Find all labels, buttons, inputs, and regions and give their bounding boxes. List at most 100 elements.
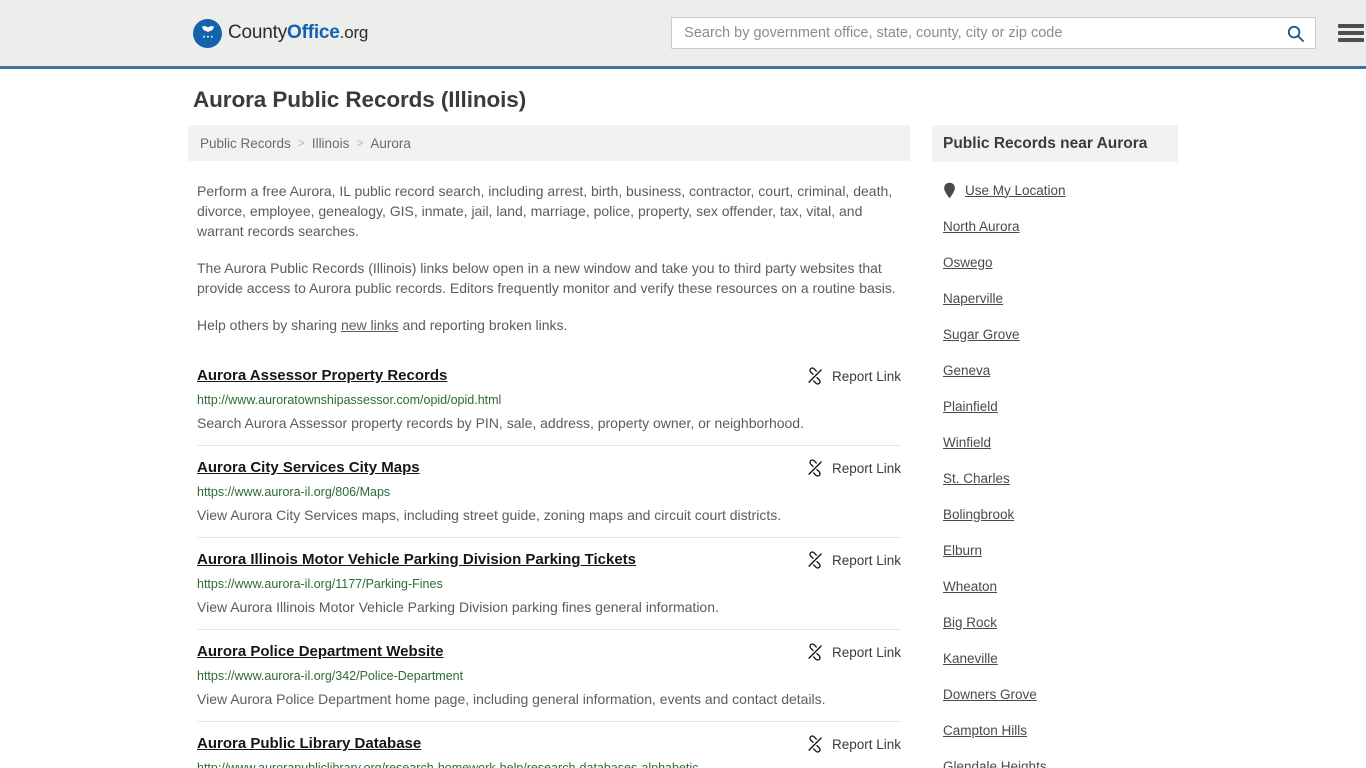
sidebar-nearby-item[interactable]: Winfield bbox=[943, 424, 1167, 460]
sidebar-link-geneva[interactable]: Geneva bbox=[943, 363, 990, 378]
page-body: Aurora Public Records (Illinois) Public … bbox=[0, 69, 1366, 768]
sidebar-nearby-item[interactable]: Wheaton bbox=[943, 568, 1167, 604]
sidebar-link-downers-grove[interactable]: Downers Grove bbox=[943, 687, 1037, 702]
intro-p3-after: and reporting broken links. bbox=[398, 317, 568, 333]
intro-paragraph-1: Perform a free Aurora, IL public record … bbox=[197, 183, 893, 239]
sidebar-nearby-item[interactable]: Glendale Heights bbox=[943, 748, 1167, 768]
search-bar[interactable] bbox=[671, 17, 1317, 49]
sidebar-nearby-item[interactable]: Big Rock bbox=[943, 604, 1167, 640]
report-link-label: Report Link bbox=[831, 460, 901, 476]
sidebar-link-campton-hills[interactable]: Campton Hills bbox=[943, 723, 1027, 738]
record-title-link[interactable]: Aurora Assessor Property Records bbox=[197, 366, 447, 386]
record-list: Aurora Assessor Property Records Report … bbox=[188, 356, 910, 768]
report-link-label: Report Link bbox=[831, 368, 901, 384]
report-link-button[interactable]: Report Link bbox=[806, 643, 901, 661]
sidebar-nearby-item[interactable]: Geneva bbox=[943, 352, 1167, 388]
broken-link-icon bbox=[808, 551, 822, 569]
breadcrumb-separator: > bbox=[356, 136, 364, 150]
record-url[interactable]: https://www.aurora-il.org/806/Maps bbox=[197, 484, 901, 500]
hamburger-menu-icon[interactable] bbox=[1338, 22, 1365, 44]
intro-paragraph-2: The Aurora Public Records (Illinois) lin… bbox=[197, 260, 896, 296]
page-title: Aurora Public Records (Illinois) bbox=[193, 87, 527, 112]
sidebar-link-kaneville[interactable]: Kaneville bbox=[943, 651, 998, 666]
broken-link-icon bbox=[808, 643, 822, 661]
sidebar-nearby-item[interactable]: Oswego bbox=[943, 244, 1167, 280]
site-logo-text: CountyOffice.org bbox=[228, 22, 368, 44]
breadcrumb-item-public-records[interactable]: Public Records bbox=[200, 136, 291, 151]
sidebar-link-naperville[interactable]: Naperville bbox=[943, 291, 1003, 306]
sidebar-link-big-rock[interactable]: Big Rock bbox=[943, 615, 997, 630]
record-title-link[interactable]: Aurora Police Department Website bbox=[197, 642, 443, 662]
broken-link-icon bbox=[808, 735, 822, 753]
hamburger-bar bbox=[1338, 31, 1365, 35]
sidebar-link-north-aurora[interactable]: North Aurora bbox=[943, 219, 1020, 234]
record-description: View Aurora Illinois Motor Vehicle Parki… bbox=[197, 599, 719, 615]
record-item: Aurora Illinois Motor Vehicle Parking Di… bbox=[197, 537, 901, 629]
main-content: Public Records > Illinois > Aurora Perfo… bbox=[188, 125, 910, 768]
search-button[interactable] bbox=[1275, 18, 1315, 48]
sidebar-heading: Public Records near Aurora bbox=[932, 125, 1178, 162]
use-my-location-link[interactable]: Use My Location bbox=[965, 183, 1066, 198]
record-description: View Aurora City Services maps, includin… bbox=[197, 507, 782, 523]
record-title-link[interactable]: Aurora Public Library Database bbox=[197, 734, 421, 754]
sidebar-link-bolingbrook[interactable]: Bolingbrook bbox=[943, 507, 1014, 522]
sidebar-nearby-item[interactable]: North Aurora bbox=[943, 208, 1167, 244]
record-title-link[interactable]: Aurora City Services City Maps bbox=[197, 458, 420, 478]
logo-text-org: .org bbox=[339, 23, 369, 42]
search-icon bbox=[1287, 25, 1304, 42]
intro-p3-before: Help others by sharing bbox=[197, 317, 341, 333]
broken-link-icon bbox=[808, 459, 822, 477]
record-url[interactable]: http://www.aurorapubliclibrary.org/resea… bbox=[197, 760, 901, 768]
breadcrumb-separator: > bbox=[297, 136, 305, 150]
broken-link-icon bbox=[808, 367, 822, 385]
sidebar-nearby-item[interactable]: Downers Grove bbox=[943, 676, 1167, 712]
report-link-button[interactable]: Report Link bbox=[806, 459, 901, 477]
sidebar-nearby-item[interactable]: Elburn bbox=[943, 532, 1167, 568]
record-title-link[interactable]: Aurora Illinois Motor Vehicle Parking Di… bbox=[197, 550, 636, 570]
report-link-button[interactable]: Report Link bbox=[806, 551, 901, 569]
record-item: Aurora Assessor Property Records Report … bbox=[197, 356, 901, 445]
map-pin-icon bbox=[943, 182, 956, 199]
record-url[interactable]: https://www.aurora-il.org/1177/Parking-F… bbox=[197, 576, 901, 592]
hamburger-bar bbox=[1338, 38, 1365, 42]
logo-text-county: County bbox=[228, 22, 288, 43]
record-item: Aurora Public Library Database Report Li… bbox=[197, 721, 901, 768]
sidebar-nearby-item[interactable]: Bolingbrook bbox=[943, 496, 1167, 532]
sidebar-nearby-item[interactable]: Campton Hills bbox=[943, 712, 1167, 748]
sidebar-link-elburn[interactable]: Elburn bbox=[943, 543, 982, 558]
search-input[interactable] bbox=[672, 18, 1276, 48]
sidebar-nearby-item[interactable]: Plainfield bbox=[943, 388, 1167, 424]
record-item: Aurora City Services City Maps Report Li… bbox=[197, 445, 901, 537]
breadcrumb-item-illinois[interactable]: Illinois bbox=[312, 136, 350, 151]
sidebar-link-st-charles[interactable]: St. Charles bbox=[943, 471, 1010, 486]
sidebar-nearby-list: Use My Location North Aurora Oswego Nape… bbox=[932, 172, 1178, 768]
sidebar: Public Records near Aurora Use My Locati… bbox=[932, 125, 1178, 768]
site-logo[interactable]: CountyOffice.org bbox=[193, 18, 368, 48]
report-link-label: Report Link bbox=[831, 644, 901, 660]
sidebar-link-sugar-grove[interactable]: Sugar Grove bbox=[943, 327, 1020, 342]
use-my-location-item[interactable]: Use My Location bbox=[943, 172, 1167, 208]
sidebar-nearby-item[interactable]: St. Charles bbox=[943, 460, 1167, 496]
record-url[interactable]: https://www.aurora-il.org/342/Police-Dep… bbox=[197, 668, 901, 684]
sidebar-nearby-item[interactable]: Sugar Grove bbox=[943, 316, 1167, 352]
sidebar-link-oswego[interactable]: Oswego bbox=[943, 255, 993, 270]
eagle-seal-icon bbox=[193, 18, 222, 48]
sidebar-link-plainfield[interactable]: Plainfield bbox=[943, 399, 998, 414]
breadcrumb: Public Records > Illinois > Aurora bbox=[188, 125, 910, 161]
record-url[interactable]: http://www.auroratownshipassessor.com/op… bbox=[197, 392, 901, 408]
intro-paragraph-3: Help others by sharing new links and rep… bbox=[197, 315, 901, 335]
sidebar-nearby-item[interactable]: Kaneville bbox=[943, 640, 1167, 676]
breadcrumb-item-aurora[interactable]: Aurora bbox=[370, 136, 411, 151]
record-description: Search Aurora Assessor property records … bbox=[197, 415, 804, 431]
intro-text: Perform a free Aurora, IL public record … bbox=[188, 181, 910, 335]
report-link-label: Report Link bbox=[831, 552, 901, 568]
report-link-button[interactable]: Report Link bbox=[806, 735, 901, 753]
sidebar-link-winfield[interactable]: Winfield bbox=[943, 435, 991, 450]
sidebar-nearby-item[interactable]: Naperville bbox=[943, 280, 1167, 316]
record-item: Aurora Police Department Website Report … bbox=[197, 629, 901, 721]
sidebar-link-wheaton[interactable]: Wheaton bbox=[943, 579, 997, 594]
report-link-button[interactable]: Report Link bbox=[806, 367, 901, 385]
new-links-link[interactable]: new links bbox=[341, 317, 399, 333]
sidebar-link-glendale-heights[interactable]: Glendale Heights bbox=[943, 759, 1047, 768]
site-header: CountyOffice.org bbox=[0, 0, 1366, 69]
